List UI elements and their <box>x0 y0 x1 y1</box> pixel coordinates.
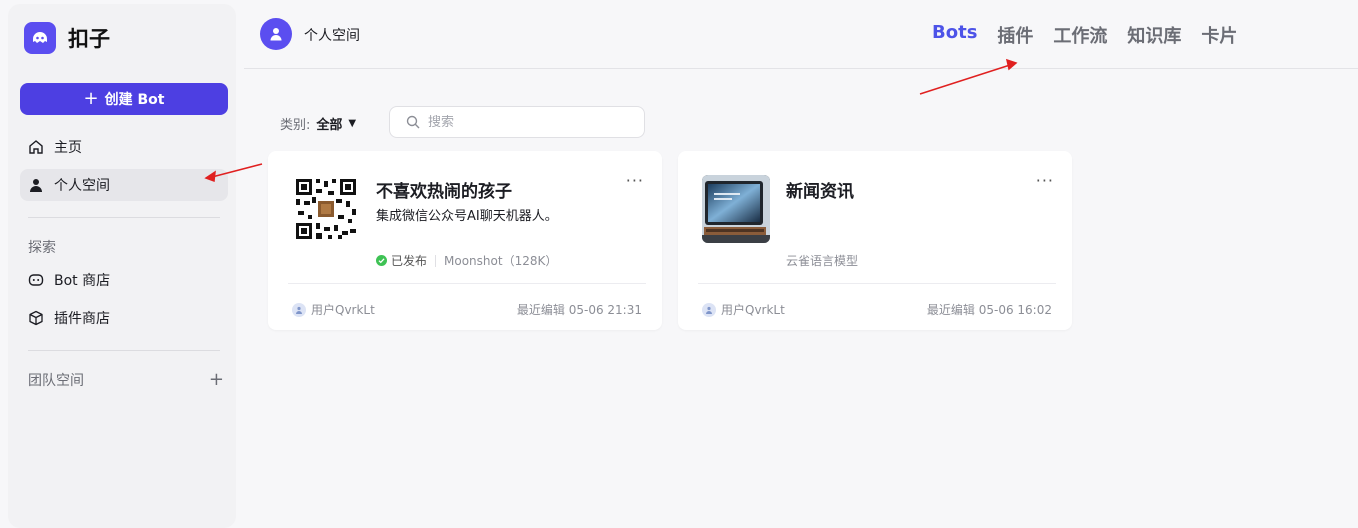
category-filter[interactable]: 类别: 全部 ▼ <box>280 114 356 133</box>
card-divider <box>288 283 646 284</box>
status-badge: 已发布 <box>376 252 427 269</box>
bot-avatar-qrcode <box>292 175 360 243</box>
create-bot-button[interactable]: + 创建 Bot <box>20 83 228 115</box>
tab-knowledge[interactable]: 知识库 <box>1127 22 1181 48</box>
sidebar-item-label: 主页 <box>54 140 82 156</box>
category-label: 类别: <box>280 118 311 133</box>
caret-down-icon: ▼ <box>348 118 357 129</box>
card-footer: 用户QvrkLt 最近编辑 05-06 16:02 <box>702 301 1052 318</box>
team-space-label: 团队空间 <box>28 373 84 389</box>
tab-cards[interactable]: 卡片 <box>1201 22 1237 48</box>
more-options-icon[interactable]: ··· <box>1036 171 1054 190</box>
owner: 用户QvrkLt <box>292 301 375 318</box>
model-name: 云雀语言模型 <box>786 254 859 268</box>
team-space-section[interactable]: 团队空间 + <box>28 370 224 390</box>
space-tabs: Bots 插件 工作流 知识库 卡片 <box>932 22 1237 48</box>
bot-card[interactable]: 新闻资讯 云雀语言模型 ··· 用户QvrkLt 最近编辑 05-06 16:0… <box>678 151 1072 330</box>
tab-plugins[interactable]: 插件 <box>997 22 1033 48</box>
cube-icon <box>29 310 43 326</box>
bot-title: 不喜欢热闹的孩子 <box>376 182 512 202</box>
bot-description: 集成微信公众号AI聊天机器人。 <box>376 209 558 224</box>
search-box[interactable] <box>389 106 645 138</box>
space-avatar <box>260 18 292 50</box>
sidebar-item-bot-store[interactable]: Bot 商店 <box>20 264 228 296</box>
bot-title: 新闻资讯 <box>786 182 854 202</box>
sidebar-item-plugin-store[interactable]: 插件商店 <box>20 302 228 334</box>
create-bot-label: 创建 Bot <box>104 92 165 108</box>
meta-separator <box>435 254 437 267</box>
category-value: 全部 <box>316 118 343 133</box>
last-edited: 最近编辑 05-06 21:31 <box>516 303 642 317</box>
bot-avatar-monitor <box>702 175 770 243</box>
sidebar-divider <box>28 217 220 218</box>
model-name: Moonshot（128K） <box>444 254 558 268</box>
owner-avatar-icon <box>292 302 306 317</box>
explore-section-label: 探索 <box>28 240 56 256</box>
user-icon <box>30 179 42 192</box>
bot-meta: 云雀语言模型 <box>786 252 858 269</box>
space-header: 个人空间 Bots 插件 工作流 知识库 卡片 <box>244 0 1358 69</box>
sidebar: 扣子 + 创建 Bot 主页 个人空间 探索 Bot 商店 插件商店 团队空间 … <box>0 0 244 528</box>
bot-icon <box>28 274 44 286</box>
last-edited: 最近编辑 05-06 16:02 <box>926 303 1052 317</box>
search-input[interactable] <box>428 114 618 130</box>
bot-card[interactable]: 不喜欢热闹的孩子 集成微信公众号AI聊天机器人。 已发布 Moonshot（12… <box>268 151 662 330</box>
sidebar-divider <box>28 350 220 351</box>
search-icon <box>406 115 420 129</box>
card-divider <box>698 283 1056 284</box>
coze-logo-icon <box>24 22 56 54</box>
bot-meta: 已发布 Moonshot（128K） <box>376 252 557 269</box>
sidebar-item-label: 个人空间 <box>54 178 110 194</box>
add-team-icon[interactable]: + <box>209 371 224 389</box>
app-logo[interactable]: 扣子 <box>24 22 110 54</box>
status-text: 已发布 <box>391 254 428 268</box>
more-options-icon[interactable]: ··· <box>626 171 644 190</box>
owner-name: 用户QvrkLt <box>311 303 375 317</box>
check-circle-icon <box>376 255 387 266</box>
owner: 用户QvrkLt <box>702 301 785 318</box>
owner-avatar-icon <box>702 302 716 317</box>
plus-icon: + <box>83 88 99 109</box>
sidebar-item-label: Bot 商店 <box>54 273 111 289</box>
tab-workflows[interactable]: 工作流 <box>1053 22 1107 48</box>
sidebar-item-personal-space[interactable]: 个人空间 <box>20 169 228 201</box>
app-name: 扣子 <box>68 27 110 51</box>
sidebar-item-home[interactable]: 主页 <box>20 131 228 163</box>
card-footer: 用户QvrkLt 最近编辑 05-06 21:31 <box>292 301 642 318</box>
sidebar-item-label: 插件商店 <box>54 311 110 327</box>
owner-name: 用户QvrkLt <box>721 303 785 317</box>
home-icon <box>29 140 43 154</box>
main-content: 个人空间 Bots 插件 工作流 知识库 卡片 类别: 全部 ▼ 搜索 不喜欢热… <box>244 0 1358 528</box>
user-icon <box>270 28 282 41</box>
space-name: 个人空间 <box>304 28 360 44</box>
tab-bots[interactable]: Bots <box>932 22 977 48</box>
